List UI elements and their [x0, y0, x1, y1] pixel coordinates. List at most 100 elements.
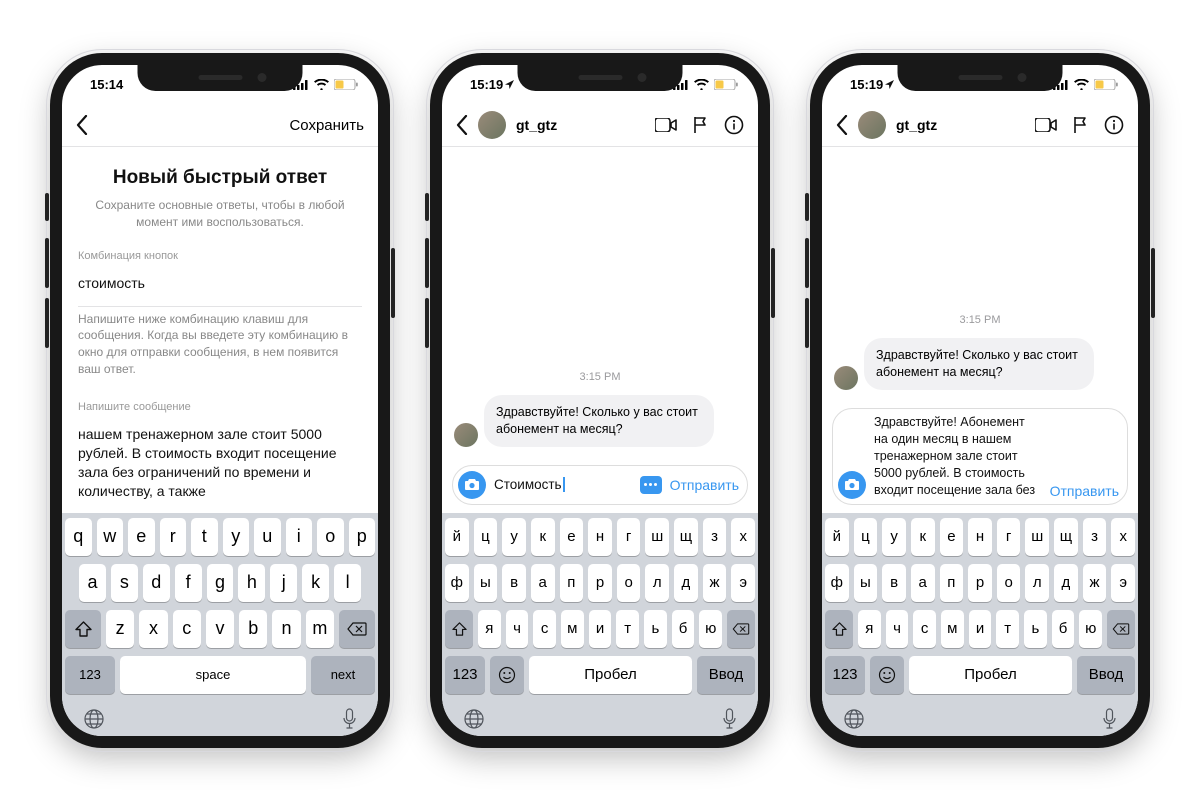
backspace-key[interactable] [1107, 610, 1135, 648]
key-p[interactable]: p [349, 518, 376, 556]
chat-body[interactable]: 3:15 PM Здравствуйте! Сколько у вас стои… [822, 147, 1138, 403]
key-е[interactable]: е [940, 518, 964, 556]
key-ь[interactable]: ь [1024, 610, 1047, 648]
key-ш[interactable]: ш [645, 518, 669, 556]
key-о[interactable]: о [997, 564, 1021, 602]
video-call-icon[interactable] [655, 118, 677, 132]
key-х[interactable]: х [1111, 518, 1135, 556]
key-f[interactable]: f [175, 564, 202, 602]
key-x[interactable]: x [139, 610, 167, 648]
globe-key[interactable] [83, 708, 105, 730]
info-icon[interactable] [1104, 115, 1124, 135]
key-и[interactable]: и [589, 610, 612, 648]
avatar[interactable] [834, 366, 858, 390]
mic-key[interactable] [342, 708, 357, 730]
key-е[interactable]: е [560, 518, 584, 556]
shift-key[interactable] [445, 610, 473, 648]
space-key[interactable]: space [120, 656, 306, 694]
key-ф[interactable]: ф [825, 564, 849, 602]
key-н[interactable]: н [588, 518, 612, 556]
key-г[interactable]: г [997, 518, 1021, 556]
key-ю[interactable]: ю [1079, 610, 1102, 648]
key-t[interactable]: t [191, 518, 218, 556]
key-o[interactable]: o [317, 518, 344, 556]
video-call-icon[interactable] [1035, 118, 1057, 132]
key-ф[interactable]: ф [445, 564, 469, 602]
space-key[interactable]: Пробел [909, 656, 1072, 694]
key-щ[interactable]: щ [674, 518, 698, 556]
key-я[interactable]: я [858, 610, 881, 648]
key-h[interactable]: h [238, 564, 265, 602]
back-button[interactable] [456, 115, 468, 135]
key-q[interactable]: q [65, 518, 92, 556]
key-м[interactable]: м [561, 610, 584, 648]
key-ж[interactable]: ж [703, 564, 727, 602]
key-о[interactable]: о [617, 564, 641, 602]
key-й[interactable]: й [445, 518, 469, 556]
back-button[interactable] [836, 115, 848, 135]
key-r[interactable]: r [160, 518, 187, 556]
key-з[interactable]: з [703, 518, 727, 556]
key-г[interactable]: г [617, 518, 641, 556]
key-я[interactable]: я [478, 610, 501, 648]
key-b[interactable]: b [239, 610, 267, 648]
key-м[interactable]: м [941, 610, 964, 648]
key-ч[interactable]: ч [886, 610, 909, 648]
camera-button[interactable] [458, 471, 486, 499]
return-key[interactable]: Ввод [1077, 656, 1135, 694]
avatar[interactable] [478, 111, 506, 139]
key-ы[interactable]: ы [854, 564, 878, 602]
key-з[interactable]: з [1083, 518, 1107, 556]
key-i[interactable]: i [286, 518, 313, 556]
send-button[interactable]: Отправить [1050, 483, 1119, 499]
key-n[interactable]: n [272, 610, 300, 648]
key-c[interactable]: c [173, 610, 201, 648]
message-input[interactable]: нашем тренажерном зале стоит 5000 рублей… [78, 419, 362, 507]
composer-input[interactable]: Стоимость [494, 477, 632, 493]
mic-key[interactable] [722, 708, 737, 730]
shift-key[interactable] [65, 610, 101, 648]
key-z[interactable]: z [106, 610, 134, 648]
keyboard[interactable]: йцукенгшщзх фывапролджэ ячсмитьбю 123 Пр… [822, 513, 1138, 736]
key-j[interactable]: j [270, 564, 297, 602]
flag-icon[interactable] [693, 116, 708, 134]
key-v[interactable]: v [206, 610, 234, 648]
key-т[interactable]: т [616, 610, 639, 648]
key-ы[interactable]: ы [474, 564, 498, 602]
keyboard[interactable]: йцукенгшщзх фывапролджэ ячсмитьбю 123 Пр… [442, 513, 758, 736]
numeric-key[interactable]: 123 [445, 656, 485, 694]
info-icon[interactable] [724, 115, 744, 135]
composer-input[interactable]: Здравствуйте! Абонемент на один месяц в … [874, 414, 1042, 498]
key-d[interactable]: d [143, 564, 170, 602]
chat-username[interactable]: gt_gtz [896, 117, 937, 133]
camera-button[interactable] [838, 471, 866, 499]
key-р[interactable]: р [968, 564, 992, 602]
return-key[interactable]: Ввод [697, 656, 755, 694]
save-button[interactable]: Сохранить [289, 117, 364, 134]
key-щ[interactable]: щ [1054, 518, 1078, 556]
key-ж[interactable]: ж [1083, 564, 1107, 602]
key-с[interactable]: с [913, 610, 936, 648]
key-l[interactable]: l [334, 564, 361, 602]
key-в[interactable]: в [882, 564, 906, 602]
key-w[interactable]: w [97, 518, 124, 556]
key-й[interactable]: й [825, 518, 849, 556]
chat-username[interactable]: gt_gtz [516, 117, 557, 133]
key-y[interactable]: y [223, 518, 250, 556]
key-н[interactable]: н [968, 518, 992, 556]
key-к[interactable]: к [911, 518, 935, 556]
return-key[interactable]: next [311, 656, 375, 694]
numeric-key[interactable]: 123 [65, 656, 115, 694]
key-в[interactable]: в [502, 564, 526, 602]
key-б[interactable]: б [1052, 610, 1075, 648]
globe-key[interactable] [463, 708, 485, 730]
message-composer[interactable]: Здравствуйте! Абонемент на один месяц в … [832, 408, 1128, 504]
send-button[interactable]: Отправить [670, 477, 739, 493]
key-р[interactable]: р [588, 564, 612, 602]
key-х[interactable]: х [731, 518, 755, 556]
key-д[interactable]: д [1054, 564, 1078, 602]
backspace-key[interactable] [727, 610, 755, 648]
key-б[interactable]: б [672, 610, 695, 648]
key-а[interactable]: а [531, 564, 555, 602]
keyboard[interactable]: qwertyuiop asdfghjkl zxcvbnm 123 space n… [62, 513, 378, 736]
